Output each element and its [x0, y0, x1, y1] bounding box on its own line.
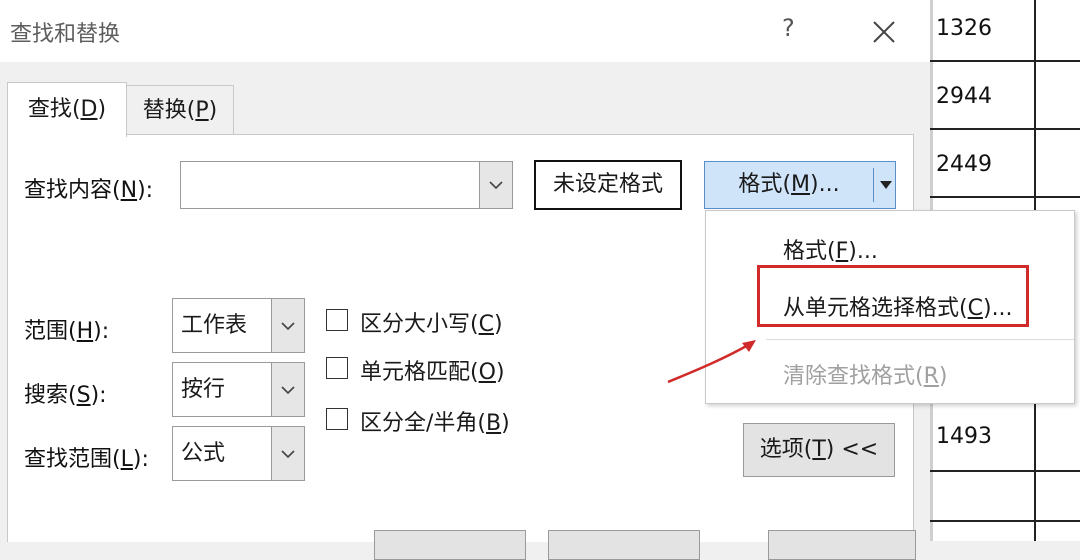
tab-replace-label: 替换 — [142, 98, 187, 123]
checkbox-box[interactable] — [326, 309, 348, 331]
sheet-gridline — [930, 520, 1080, 522]
close-button[interactable] — [870, 18, 898, 46]
find-all-button[interactable] — [374, 530, 526, 560]
chevron-down-icon — [281, 449, 295, 458]
menu-separator — [766, 339, 1074, 340]
chevron-down-icon — [489, 181, 503, 190]
find-what-combobox[interactable] — [180, 161, 513, 209]
chevron-down-icon — [281, 385, 295, 394]
tab-replace[interactable]: 替换(P) — [126, 85, 234, 136]
tab-find-label: 查找 — [27, 97, 72, 122]
search-value: 按行 — [181, 377, 226, 402]
find-what-dropdown-button[interactable] — [479, 162, 512, 208]
match-byte-label: 区分全/半角(B) — [360, 411, 510, 436]
look-in-label: 查找范围(L): — [24, 447, 149, 472]
tab-find-key: D — [80, 97, 98, 122]
within-value: 工作表 — [181, 313, 248, 338]
sheet-cell[interactable]: 1493 — [936, 424, 992, 449]
sheet-cell[interactable]: 1326 — [936, 16, 992, 41]
menu-item-clear-find-format: 清除查找格式(R) — [783, 364, 948, 389]
format-split-button[interactable]: 格式(M)... — [704, 161, 896, 209]
find-what-input[interactable] — [181, 162, 477, 208]
caret-down-icon — [880, 181, 892, 189]
dialog-titlebar: 查找和替换 ? — [0, 0, 930, 62]
tab-find[interactable]: 查找(D) — [7, 82, 127, 137]
close-dialog-button[interactable] — [768, 530, 916, 560]
within-label: 范围(H): — [24, 319, 110, 344]
menu-item-choose-format-from-cell[interactable]: 从单元格选择格式(C)... — [783, 290, 1013, 322]
format-dropdown-arrow[interactable] — [873, 168, 896, 202]
checkbox-box[interactable] — [326, 357, 348, 379]
sheet-gridline — [930, 196, 1080, 198]
find-what-label: 查找内容(N): — [24, 178, 154, 203]
chevron-down-icon — [281, 321, 295, 330]
look-in-dropdown-button[interactable] — [271, 427, 304, 480]
look-in-value: 公式 — [181, 441, 226, 466]
sheet-cell[interactable]: 2449 — [936, 152, 992, 177]
menu-item-format[interactable]: 格式(F)... — [783, 233, 878, 265]
sheet-gridline — [930, 128, 1080, 130]
help-button[interactable]: ? — [782, 14, 795, 42]
sheet-gridline — [930, 60, 1080, 62]
checkbox-box[interactable] — [326, 408, 348, 430]
within-select[interactable]: 工作表 — [172, 298, 305, 353]
search-dropdown-button[interactable] — [271, 363, 304, 416]
search-select[interactable]: 按行 — [172, 362, 305, 417]
close-icon — [873, 21, 895, 43]
sheet-gridline — [930, 470, 1080, 472]
red-arrow-annotation — [667, 340, 756, 384]
dialog-title: 查找和替换 — [10, 22, 121, 47]
options-button[interactable]: 选项(T) << — [743, 423, 895, 477]
match-entire-cell-label: 单元格匹配(O) — [360, 360, 505, 385]
look-in-select[interactable]: 公式 — [172, 426, 305, 481]
match-case-label: 区分大小写(C) — [360, 312, 503, 337]
format-preview-box: 未设定格式 — [534, 160, 682, 210]
tab-replace-key: P — [195, 98, 209, 123]
within-dropdown-button[interactable] — [271, 299, 304, 352]
find-next-button[interactable] — [548, 530, 700, 560]
search-label: 搜索(S): — [24, 383, 107, 408]
format-button[interactable]: 格式(M)... — [705, 162, 873, 208]
sheet-cell[interactable]: 2944 — [936, 84, 992, 109]
